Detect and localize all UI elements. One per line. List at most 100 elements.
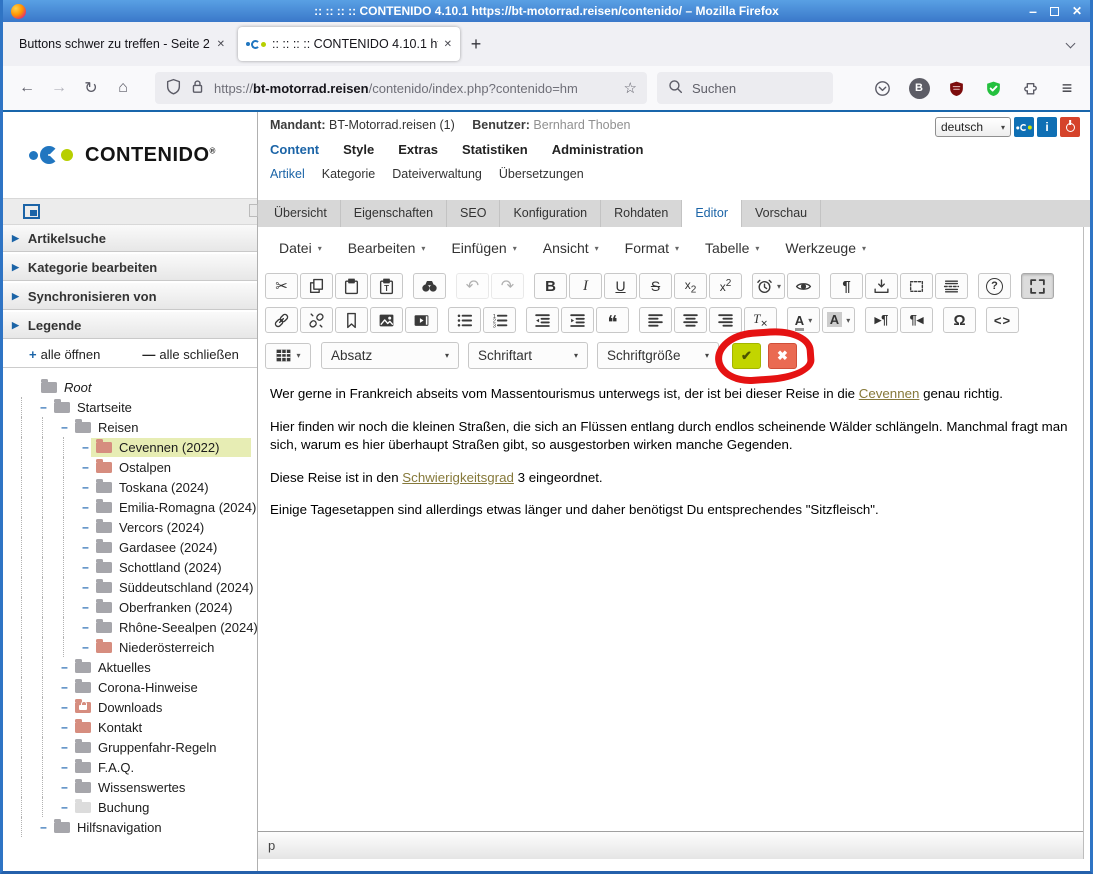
menu-ansicht[interactable]: Ansicht▾ bbox=[530, 234, 612, 262]
tree-collapse-toggle[interactable]: – bbox=[80, 561, 91, 573]
align-right-button[interactable] bbox=[709, 307, 742, 333]
ublock-icon[interactable] bbox=[941, 73, 971, 103]
frame-icon[interactable] bbox=[23, 204, 40, 219]
subnav-item-kategorie[interactable]: Kategorie bbox=[322, 167, 376, 181]
tree-collapse-toggle[interactable]: – bbox=[59, 721, 70, 733]
tab-editor[interactable]: Editor bbox=[682, 200, 742, 227]
tree-collapse-toggle[interactable]: – bbox=[80, 481, 91, 493]
cancel-button[interactable]: ✖ bbox=[768, 343, 797, 369]
tree-collapse-toggle[interactable]: – bbox=[80, 501, 91, 513]
paste-button[interactable] bbox=[335, 273, 368, 299]
nav-item-statistiken[interactable]: Statistiken bbox=[462, 142, 528, 157]
tree-item[interactable]: –Schottland (2024) bbox=[17, 557, 257, 577]
sidebar-accordion-legende[interactable]: ▶Legende bbox=[3, 312, 257, 339]
tree-collapse-toggle[interactable]: – bbox=[59, 421, 70, 433]
editor-content[interactable]: Wer gerne in Frankreich abseits vom Mass… bbox=[258, 374, 1083, 831]
undo-button[interactable]: ↶ bbox=[456, 273, 489, 299]
subnav-item-dateiverwaltung[interactable]: Dateiverwaltung bbox=[392, 167, 482, 181]
outdent-button[interactable] bbox=[526, 307, 559, 333]
unlink-button[interactable] bbox=[300, 307, 333, 333]
italic-button[interactable]: I bbox=[569, 273, 602, 299]
redo-button[interactable]: ↷ bbox=[491, 273, 524, 299]
shield-icon[interactable] bbox=[165, 78, 182, 98]
text-color-button[interactable]: A▾ bbox=[787, 307, 820, 333]
reload-button[interactable]: ↻ bbox=[75, 72, 107, 104]
content-link[interactable]: Cevennen bbox=[859, 386, 920, 401]
visual-chars-button[interactable] bbox=[900, 273, 933, 299]
tree-collapse-toggle[interactable]: – bbox=[59, 781, 70, 793]
tree-item[interactable]: –Vercors (2024) bbox=[17, 517, 257, 537]
language-select[interactable]: deutsch▾ bbox=[935, 117, 1011, 137]
special-char-button[interactable]: Ω bbox=[943, 307, 976, 333]
nav-item-style[interactable]: Style bbox=[343, 142, 374, 157]
info-button[interactable]: i bbox=[1037, 117, 1057, 137]
close-button[interactable]: ✕ bbox=[1072, 4, 1082, 18]
font-size-select[interactable]: Schriftgröße▾ bbox=[597, 342, 719, 369]
list-all-tabs-button[interactable] bbox=[1067, 34, 1074, 52]
clear-format-button[interactable]: T✕ bbox=[744, 307, 777, 333]
tree-collapse-toggle[interactable]: – bbox=[80, 541, 91, 553]
tab-vorschau[interactable]: Vorschau bbox=[742, 200, 821, 227]
menu-format[interactable]: Format▾ bbox=[612, 234, 692, 262]
tree-collapse-toggle[interactable]: – bbox=[80, 601, 91, 613]
subnav-item--bersetzungen[interactable]: Übersetzungen bbox=[499, 167, 584, 181]
numbered-list-button[interactable]: 123 bbox=[483, 307, 516, 333]
tree-collapse-toggle[interactable]: – bbox=[59, 661, 70, 673]
tree-item[interactable]: –Downloads bbox=[17, 697, 257, 717]
menu-tabelle[interactable]: Tabelle▾ bbox=[692, 234, 772, 262]
close-all-link[interactable]: —alle schließen bbox=[142, 347, 239, 362]
insert-datetime-button[interactable]: ▾ bbox=[752, 273, 785, 299]
splitter-grip[interactable] bbox=[249, 204, 258, 217]
back-button[interactable]: ← bbox=[11, 72, 43, 104]
tree-collapse-toggle[interactable]: – bbox=[80, 441, 91, 453]
superscript-button[interactable]: x2 bbox=[709, 273, 742, 299]
tree-item[interactable]: –Reisen bbox=[17, 417, 257, 437]
account-avatar[interactable]: B bbox=[904, 73, 934, 103]
tree-item[interactable]: –Cevennen (2022) bbox=[17, 437, 257, 457]
source-code-button[interactable]: <> bbox=[986, 307, 1019, 333]
tree-collapse-toggle[interactable]: – bbox=[80, 621, 91, 633]
open-all-link[interactable]: +alle öffnen bbox=[29, 347, 100, 362]
tree-item[interactable]: –Buchung bbox=[17, 797, 257, 817]
show-blocks-button[interactable]: ¶ bbox=[830, 273, 863, 299]
subnav-item-artikel[interactable]: Artikel bbox=[270, 167, 305, 181]
sidebar-accordion-kategorie-bearbeiten[interactable]: ▶Kategorie bearbeiten bbox=[3, 254, 257, 281]
page-break-button[interactable] bbox=[935, 273, 968, 299]
nav-item-administration[interactable]: Administration bbox=[552, 142, 644, 157]
element-path[interactable]: p bbox=[268, 838, 275, 853]
maximize-button[interactable] bbox=[1050, 7, 1059, 16]
ltr-button[interactable]: ▸¶ bbox=[865, 307, 898, 333]
tree-collapse-toggle[interactable]: – bbox=[59, 801, 70, 813]
tree-item[interactable]: –F.A.Q. bbox=[17, 757, 257, 777]
url-bar[interactable]: https://bt-motorrad.reisen/contenido/ind… bbox=[155, 72, 647, 104]
content-link[interactable]: Schwierigkeitsgrad bbox=[402, 470, 514, 485]
tree-item[interactable]: –Oberfranken (2024) bbox=[17, 597, 257, 617]
tree-collapse-toggle[interactable]: – bbox=[80, 581, 91, 593]
extensions-puzzle-icon[interactable] bbox=[1015, 73, 1045, 103]
block-format-select[interactable]: Absatz▾ bbox=[321, 342, 459, 369]
menu-button[interactable]: ≡ bbox=[1052, 73, 1082, 103]
blockquote-button[interactable]: ❝ bbox=[596, 307, 629, 333]
search-input[interactable]: Suchen bbox=[657, 72, 833, 104]
rtl-button[interactable]: ¶◂ bbox=[900, 307, 933, 333]
tree-item[interactable]: –Startseite bbox=[17, 397, 257, 417]
tree-item[interactable]: Root bbox=[17, 377, 257, 397]
tree-item[interactable]: –Ostalpen bbox=[17, 457, 257, 477]
back-color-button[interactable]: A▾ bbox=[822, 307, 855, 333]
tree-collapse-toggle[interactable]: – bbox=[59, 761, 70, 773]
search-replace-button[interactable] bbox=[413, 273, 446, 299]
tree-item[interactable]: –Aktuelles bbox=[17, 657, 257, 677]
pocket-icon[interactable] bbox=[867, 73, 897, 103]
home-button[interactable]: ⌂ bbox=[107, 72, 139, 104]
tree-collapse-toggle[interactable]: – bbox=[38, 401, 49, 413]
tab-eigenschaften[interactable]: Eigenschaften bbox=[341, 200, 447, 227]
logout-button[interactable] bbox=[1060, 117, 1080, 137]
tab-rohdaten[interactable]: Rohdaten bbox=[601, 200, 682, 227]
new-tab-button[interactable]: + bbox=[461, 29, 491, 59]
underline-button[interactable]: U bbox=[604, 273, 637, 299]
menu-werkzeuge[interactable]: Werkzeuge▾ bbox=[772, 234, 879, 262]
menu-einf-gen[interactable]: Einfügen▾ bbox=[438, 234, 529, 262]
tree-item[interactable]: –Gruppenfahr-Regeln bbox=[17, 737, 257, 757]
anchor-button[interactable] bbox=[335, 307, 368, 333]
sidebar-accordion-synchronisieren-von[interactable]: ▶Synchronisieren von bbox=[3, 283, 257, 310]
